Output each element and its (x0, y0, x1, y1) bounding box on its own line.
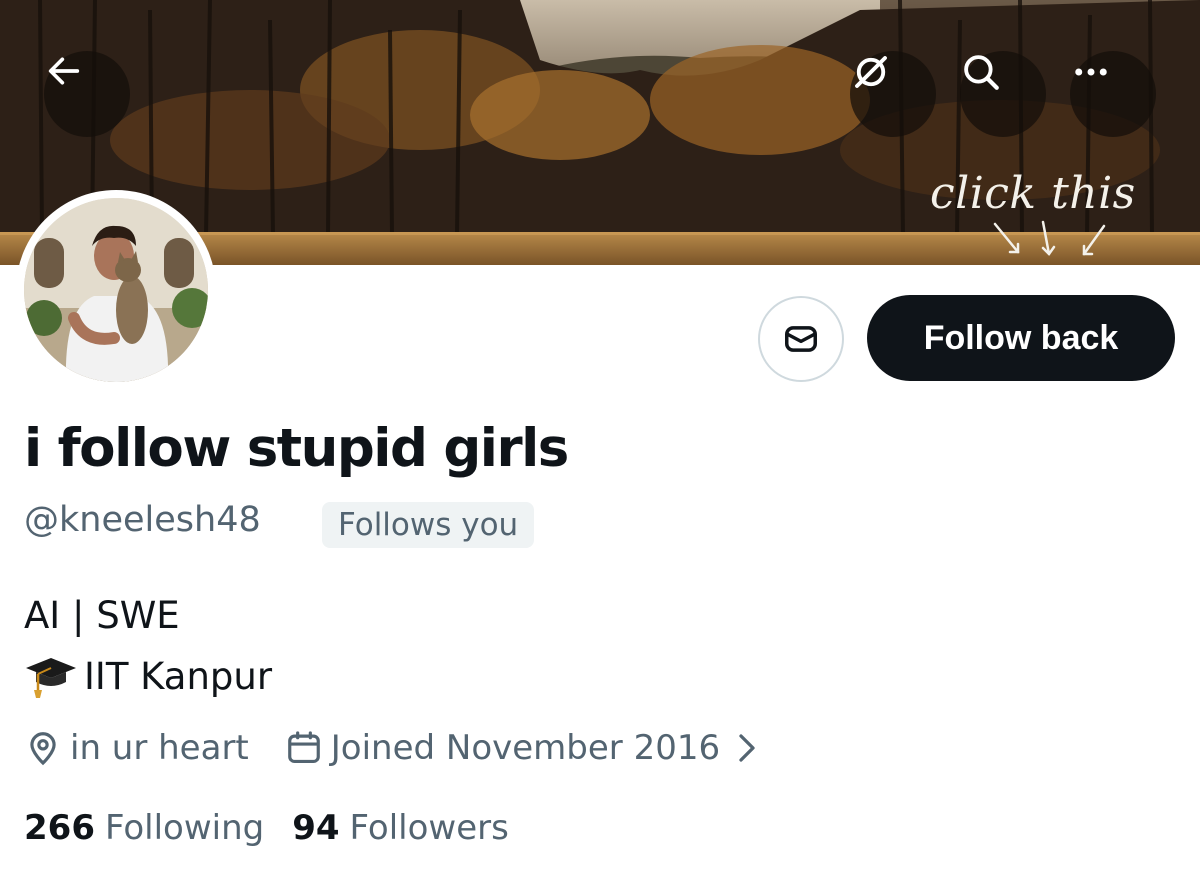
banner-overlay-text: click this (930, 168, 1136, 219)
message-button[interactable] (758, 296, 844, 382)
arrow-left-icon (48, 57, 80, 85)
bio-school-text: IIT Kanpur (84, 654, 273, 698)
followers-stat[interactable]: 94 Followers (292, 808, 509, 848)
following-label: Following (104, 808, 265, 848)
translate-button[interactable] (850, 51, 936, 137)
username-handle: @kneelesh48 (24, 500, 261, 540)
followers-label: Followers (349, 808, 509, 848)
more-horizontal-icon (1075, 68, 1107, 76)
display-name: i follow stupid girls (24, 418, 569, 479)
follow-back-button[interactable]: Follow back (867, 295, 1175, 381)
following-stat[interactable]: 266 Following (24, 808, 264, 848)
following-count: 266 (24, 808, 95, 848)
chevron-right-icon (736, 733, 766, 763)
avatar-photo (24, 198, 208, 382)
follow-stats: 266 Following 94 Followers (24, 806, 509, 850)
more-options-button[interactable] (1070, 51, 1156, 137)
bio-line-1: AI | SWE (24, 594, 180, 637)
location-pin-icon (30, 732, 56, 766)
bio-line-2: IIT Kanpur (24, 652, 272, 700)
search-button[interactable] (960, 51, 1046, 137)
profile-meta-row: in ur heart Joined November 2016 (24, 724, 766, 772)
joined-date-text: Joined November 2016 (330, 728, 721, 768)
envelope-icon (785, 326, 817, 352)
followers-count: 94 (292, 808, 340, 848)
joined-date-item[interactable]: Joined November 2016 (285, 728, 766, 768)
location-text: in ur heart (70, 728, 249, 768)
follows-you-badge: Follows you (322, 502, 535, 548)
translate-off-icon (855, 56, 887, 88)
location-item: in ur heart (24, 728, 249, 768)
search-icon (964, 55, 999, 90)
calendar-icon (287, 731, 320, 764)
graduation-cap-icon (26, 658, 76, 698)
profile-avatar[interactable] (16, 190, 216, 390)
back-button[interactable] (44, 51, 130, 137)
avatar-person-with-cat-image (24, 198, 208, 382)
